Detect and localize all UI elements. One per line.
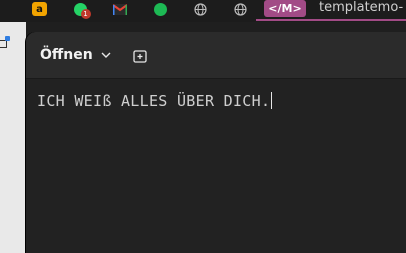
window-fragment-icon (0, 40, 7, 48)
background-window-edge (0, 22, 26, 253)
notification-badge: 1 (80, 8, 91, 19)
whatsapp-tab-icon[interactable]: 1 (72, 2, 91, 19)
text-cursor (271, 92, 273, 109)
editor-headerbar: Öffnen (26, 32, 406, 79)
amazon-glyph: a (36, 3, 43, 15)
whatsapp-icon: 1 (73, 2, 91, 19)
templatemo-tab-icon[interactable]: </M> (264, 0, 306, 17)
gmail-icon (113, 3, 127, 15)
new-tab-button[interactable] (130, 46, 150, 66)
amazon-tab-icon[interactable]: a (32, 2, 47, 16)
gmail-tab-icon[interactable] (112, 2, 128, 16)
text-area[interactable]: ICH WEIß ALLES ÜBER DICH. (26, 79, 406, 253)
text-editor-window: Öffnen ICH WEIß ALLES ÜBER DICH. (26, 32, 406, 253)
globe-tab-icon[interactable] (192, 2, 208, 16)
globe-icon (193, 2, 207, 16)
globe-tab-icon[interactable] (232, 2, 248, 16)
open-button-label: Öffnen (40, 47, 93, 63)
blue-indicator (5, 36, 10, 41)
active-tab-title[interactable]: templatemo- (319, 0, 403, 15)
spotify-tab-icon[interactable] (152, 2, 168, 16)
globe-icon (233, 2, 247, 16)
spotify-icon (153, 2, 167, 16)
chevron-down-icon (101, 52, 111, 58)
browser-tab-strip: a 1 </M> templatemo- (0, 0, 406, 22)
open-button[interactable]: Öffnen (32, 42, 119, 68)
new-tab-icon (133, 50, 147, 63)
text-content-line: ICH WEIß ALLES ÜBER DICH. (37, 92, 273, 110)
document-text: ICH WEIß ALLES ÜBER DICH. (37, 92, 271, 110)
active-tab-indicator (256, 19, 406, 21)
